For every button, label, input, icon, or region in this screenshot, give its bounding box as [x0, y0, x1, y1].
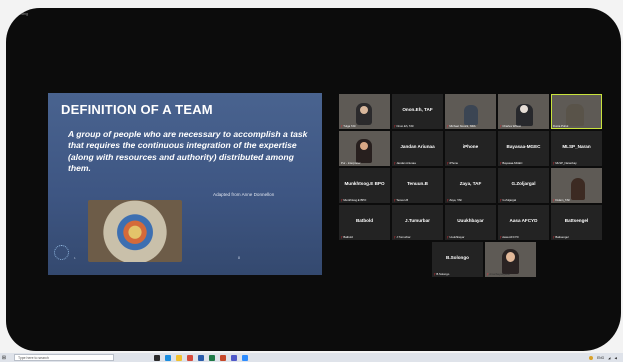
participant-tile-14[interactable]: ƒ Dulam_TAF: [551, 168, 602, 203]
taskbar-apps: [154, 354, 248, 361]
participant-tile-21[interactable]: ƒ Amarbayasgalan: [485, 242, 536, 277]
participant-label: Michael Novick, NDA: [449, 124, 476, 128]
participant-tile-4[interactable]: Dunia Pohul: [551, 94, 602, 129]
participant-name: Zaya, TAF: [459, 181, 482, 186]
recording-indicator: Recording: [12, 12, 28, 16]
participant-tile-5[interactable]: Pur - interpreter: [339, 131, 390, 166]
participant-tile-3[interactable]: ƒ Charles Wilson: [498, 94, 549, 129]
participant-label: Batbold: [343, 235, 353, 239]
zoom-icon[interactable]: [242, 354, 248, 361]
participant-label: Onon.Eh, TAF: [396, 124, 414, 128]
participant-label: Dulam_TAF: [555, 198, 571, 202]
participant-tile-6[interactable]: Jandan Ariunaa ƒ Jandan Ariunaa: [392, 131, 443, 166]
word-icon[interactable]: [198, 354, 204, 361]
slide-footer: 1: [74, 256, 76, 260]
participant-tile-15[interactable]: Batbold ƒ Batbold: [339, 205, 390, 240]
participant-tile-10[interactable]: Munkhtsog.E BPO ƒ Munkhtsog.E BPO: [339, 168, 390, 203]
participant-tile-1[interactable]: Onon.Eh, TAF ƒ Onon.Eh, TAF: [392, 94, 443, 129]
task-view-icon[interactable]: [154, 354, 160, 361]
participant-tile-0[interactable]: ƒ Tulga TAF: [339, 94, 390, 129]
participant-label: Charles Wilson: [502, 124, 522, 128]
participant-tile-9[interactable]: MLSP_Naran ƒ MLSP_Naranbay: [551, 131, 602, 166]
participant-name: Batbold: [355, 218, 374, 223]
windows-taskbar: ⊞ Type here to search ENG ◢ ◀: [0, 353, 623, 362]
participant-tile-11[interactable]: Tenuun.B ƒ Tenuun.B: [392, 168, 443, 203]
participant-label: J.Tumurbar: [396, 235, 411, 239]
shared-screen-slide: DEFINITION OF A TEAM A group of people w…: [48, 93, 322, 275]
participant-tile-13[interactable]: G.Zoljargal ƒ G.Zoljargal: [498, 168, 549, 203]
participant-label: Amarbayasgalan: [489, 272, 511, 276]
participant-label: Bayasaa-MGEC: [502, 161, 523, 165]
slide-body: A group of people who are necessary to a…: [68, 129, 308, 173]
participant-name: MLSP_Naran: [562, 144, 591, 149]
volume-icon[interactable]: ◀: [615, 356, 617, 360]
participant-label: iPhone: [449, 161, 459, 165]
powerpoint-icon[interactable]: [220, 354, 226, 361]
participant-tile-8[interactable]: Bayasaa-MGEC ƒ Bayasaa-MGEC: [498, 131, 549, 166]
participant-name: Battsengel: [564, 218, 589, 223]
participant-tile-18[interactable]: Aasa AFCYD ƒ Aasa AFCYD: [498, 205, 549, 240]
person-video: [571, 178, 585, 200]
excel-icon[interactable]: [209, 354, 215, 361]
weather-icon[interactable]: [589, 355, 594, 360]
participant-label: G.Zoljargal: [502, 198, 517, 202]
participant-label: Aasa AFCYD: [502, 235, 519, 239]
participant-name: Onon.Eh, TAF: [402, 107, 433, 112]
slide-title: DEFINITION OF A TEAM: [61, 102, 213, 117]
participant-label: Battsengel: [555, 235, 569, 239]
chrome-icon[interactable]: [187, 354, 193, 361]
participant-label: Zaya, TAF: [449, 198, 463, 202]
slide-credit: Adapted from Anne Donnellon: [213, 192, 275, 197]
participant-name: iPhone: [462, 144, 479, 149]
participant-name: Aasa AFCYD: [509, 218, 538, 223]
participant-name: Bayasaa-MGEC: [506, 144, 541, 149]
participant-tile-19[interactable]: Battsengel ƒ Battsengel: [551, 205, 602, 240]
participant-name: Jandan Ariunaa: [400, 144, 435, 149]
participant-label: Uuukhbayar: [449, 235, 465, 239]
participant-name: Uuukhbayar: [457, 218, 484, 223]
team-photo: [88, 200, 182, 262]
person-video: [464, 105, 478, 125]
zoom-meeting-window: Recording DEFINITION OF A TEAM A group o…: [6, 8, 621, 351]
participant-name: B.Solongo: [446, 255, 469, 260]
participant-tile-2[interactable]: ƒ Michael Novick, NDA: [445, 94, 496, 129]
participant-tile-7[interactable]: iPhone ƒ iPhone: [445, 131, 496, 166]
participant-tile-12[interactable]: Zaya, TAF ƒ Zaya, TAF: [445, 168, 496, 203]
taskbar-search-input[interactable]: Type here to search: [14, 354, 114, 361]
participant-label: Tenuun.B: [396, 198, 409, 202]
participant-tile-20[interactable]: B.Solongo ƒ B.Solongo: [432, 242, 483, 277]
wifi-icon[interactable]: ◢: [608, 356, 610, 360]
file-explorer-icon[interactable]: [176, 354, 182, 361]
logo-icon: [54, 245, 69, 260]
windows-start-icon[interactable]: ⊞: [0, 353, 8, 362]
participant-label: MLSP_Naranbay: [555, 161, 577, 165]
participant-label: Dunia Pohul: [553, 124, 569, 128]
system-tray: ENG ◢ ◀: [589, 355, 623, 360]
participant-name: G.Zoljargal: [511, 181, 536, 186]
teams-icon[interactable]: [231, 354, 237, 361]
participant-label: Munkhtsog.E BPO: [343, 198, 367, 202]
participant-label: B.Solongo: [436, 272, 450, 276]
slide-page-number: 8: [238, 256, 240, 260]
participant-name: Munkhtsog.E BPO: [344, 181, 385, 186]
participant-name: J.Tumurbar: [405, 218, 430, 223]
participant-tile-16[interactable]: J.Tumurbar ƒ J.Tumurbar: [392, 205, 443, 240]
participant-label: Pur - interpreter: [341, 161, 361, 165]
participant-name: Tenuun.B: [407, 181, 428, 186]
language-indicator[interactable]: ENG: [597, 356, 604, 360]
participant-label: Jandan Ariunaa: [396, 161, 416, 165]
edge-icon[interactable]: [165, 354, 171, 361]
participant-label: Tulga TAF: [343, 124, 356, 128]
person-video: [566, 104, 584, 126]
participant-tile-17[interactable]: Uuukhbayar ƒ Uuukhbayar: [445, 205, 496, 240]
